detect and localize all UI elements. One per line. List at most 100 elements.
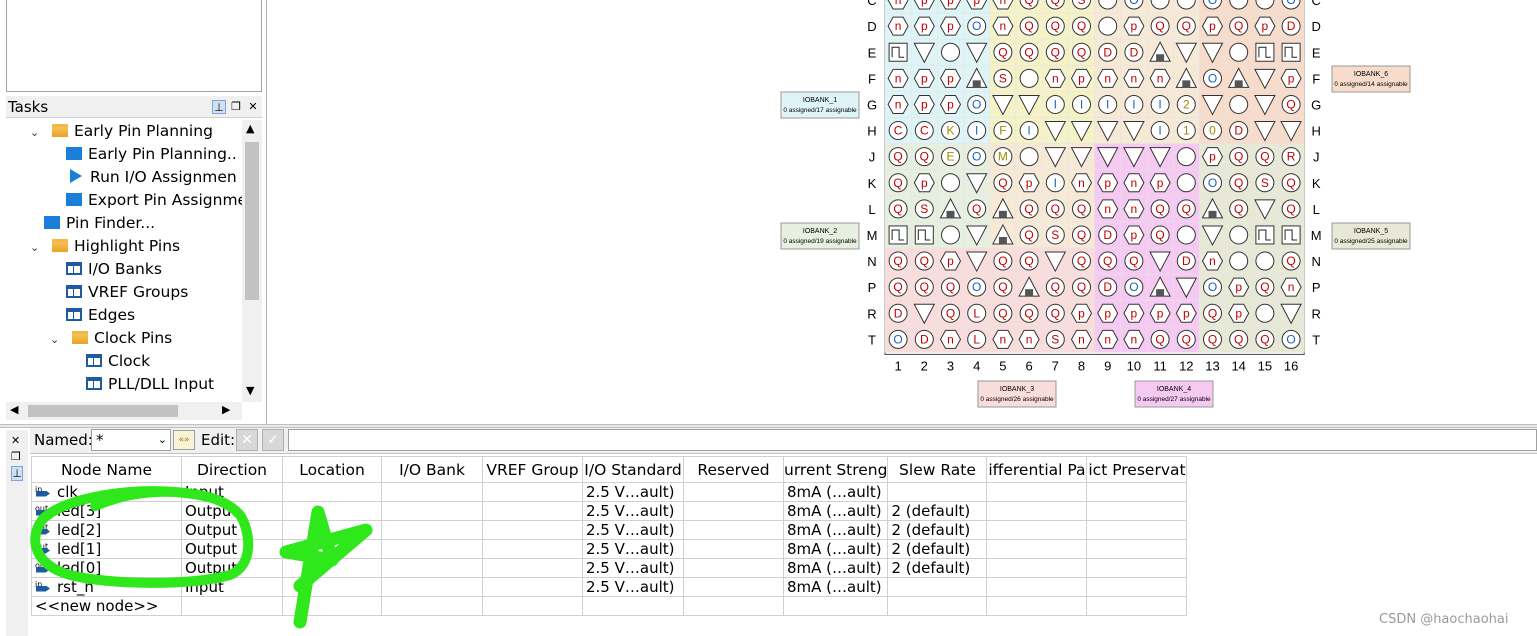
cell-reserved[interactable] — [683, 482, 784, 502]
tree-item[interactable]: Run I/O Assignmen — [70, 166, 237, 189]
cell-io-standard[interactable]: 2.5 V…ault) — [582, 520, 684, 540]
tree-item[interactable]: Export Pin Assignme — [66, 189, 242, 212]
cell-location[interactable] — [282, 501, 382, 521]
cell-strict[interactable] — [1086, 520, 1188, 540]
cell-diff[interactable] — [986, 501, 1088, 521]
chevron-down-icon[interactable]: ⌄ — [30, 121, 44, 144]
column-header[interactable]: urrent Streng — [782, 456, 889, 483]
named-filter-select[interactable]: * ⌄ — [91, 429, 171, 451]
cell-diff[interactable] — [986, 558, 1088, 578]
close-icon[interactable]: ✕ — [246, 100, 260, 114]
cell-vref[interactable] — [482, 577, 583, 597]
cell-direction[interactable]: Output — [181, 501, 283, 521]
tree-item[interactable]: ⌄ Clock Pins — [50, 327, 172, 350]
table-row[interactable]: out led[0] Output 2.5 V…ault) 8mA (…ault) 2 (… — [31, 558, 1188, 578]
splitter-vertical[interactable] — [266, 0, 267, 424]
chevron-up-icon[interactable]: ▲ — [246, 122, 254, 135]
table-row[interactable]: out led[1] Output 2.5 V…ault) 8mA (…ault) 2 (… — [31, 539, 1188, 559]
cell-current[interactable]: 8mA (…ault) — [782, 501, 889, 521]
pin-icon[interactable]: ⊥ — [11, 466, 23, 481]
scroll-thumb[interactable] — [245, 142, 259, 300]
empty-cell[interactable] — [582, 596, 684, 616]
cell-direction[interactable]: Input — [181, 577, 283, 597]
tree-item[interactable]: ⌄ Early Pin Planning — [30, 120, 213, 143]
cell-io-standard[interactable]: 2.5 V…ault) — [582, 558, 684, 578]
cell-slew[interactable]: 2 (default) — [887, 501, 988, 521]
accept-edit-icon[interactable]: ✓ — [262, 429, 284, 451]
cell-reserved[interactable] — [683, 577, 784, 597]
cell-current[interactable]: 8mA (…ault) — [782, 539, 889, 559]
cell-io-standard[interactable]: 2.5 V…ault) — [582, 539, 684, 559]
column-header[interactable]: Location — [282, 456, 382, 483]
column-header[interactable]: Slew Rate — [887, 456, 988, 483]
cell-vref[interactable] — [482, 501, 583, 521]
cell-bank[interactable] — [381, 558, 483, 578]
column-header[interactable]: Reserved — [683, 456, 784, 483]
cell-bank[interactable] — [381, 501, 483, 521]
empty-cell[interactable] — [986, 596, 1088, 616]
cancel-edit-icon[interactable]: ✕ — [236, 429, 258, 451]
cell-diff[interactable] — [986, 482, 1088, 502]
cell-location[interactable] — [282, 558, 382, 578]
empty-cell[interactable] — [683, 596, 784, 616]
cell-diff[interactable] — [986, 577, 1088, 597]
empty-cell[interactable] — [887, 596, 988, 616]
table-row[interactable]: out led[3] Output 2.5 V…ault) 8mA (…ault) 2 (… — [31, 501, 1188, 521]
filter-wizard-icon[interactable]: «» — [173, 430, 195, 450]
cell-bank[interactable] — [381, 482, 483, 502]
cell-slew[interactable]: 2 (default) — [887, 520, 988, 540]
package-diagram[interactable]: C CD DE EF FG GH HJ JK KL LM MN NP PR RT T1 2 3 4 5 6 7 8 9 10 1… — [780, 0, 1420, 410]
empty-cell[interactable] — [782, 596, 889, 616]
cell-vref[interactable] — [482, 482, 583, 502]
column-header[interactable]: ifferential Pa — [986, 456, 1088, 483]
scroll-thumb[interactable] — [28, 405, 178, 417]
close-icon[interactable]: ✕ — [11, 434, 20, 447]
cell-node[interactable]: out led[1] — [31, 539, 182, 559]
tree-item[interactable]: ⌄ Highlight Pins — [30, 235, 180, 258]
tree-item[interactable]: Early Pin Planning.. — [66, 143, 237, 166]
chevron-down-icon[interactable]: ⌄ — [50, 328, 64, 351]
pin-icon[interactable]: ⊥ — [212, 100, 226, 114]
cell-reserved[interactable] — [683, 501, 784, 521]
empty-cell[interactable] — [381, 596, 483, 616]
empty-cell[interactable] — [282, 596, 382, 616]
cell-slew[interactable] — [887, 482, 988, 502]
cell-current[interactable]: 8mA (…ault) — [782, 482, 889, 502]
cell-location[interactable] — [282, 539, 382, 559]
chevron-left-icon[interactable]: ◀ — [10, 403, 18, 416]
tree-item[interactable]: I/O Banks — [66, 258, 162, 281]
tree-item[interactable]: PLL/DLL Input — [86, 373, 214, 396]
cell-direction[interactable]: Output — [181, 539, 283, 559]
cell-strict[interactable] — [1086, 539, 1188, 559]
cell-slew[interactable]: 2 (default) — [887, 558, 988, 578]
cell-io-standard[interactable]: 2.5 V…ault) — [582, 577, 684, 597]
cell-io-standard[interactable]: 2.5 V…ault) — [582, 501, 684, 521]
cell-slew[interactable] — [887, 577, 988, 597]
tree-item[interactable]: VREF Groups — [66, 281, 188, 304]
tasks-horizontal-scrollbar[interactable]: ◀ ▶ — [6, 402, 242, 420]
column-header[interactable]: VREF Group — [482, 456, 583, 483]
cell-location[interactable] — [282, 482, 382, 502]
cell-location[interactable] — [282, 520, 382, 540]
tree-item[interactable]: Clock — [86, 350, 150, 373]
cell-strict[interactable] — [1086, 577, 1188, 597]
chevron-down-icon[interactable]: ⌄ — [30, 236, 44, 259]
cell-vref[interactable] — [482, 520, 583, 540]
chevron-down-icon[interactable]: ▼ — [246, 384, 254, 397]
empty-cell[interactable] — [1086, 596, 1188, 616]
cell-vref[interactable] — [482, 539, 583, 559]
cell-bank[interactable] — [381, 520, 483, 540]
column-header[interactable]: ict Preservat — [1086, 456, 1188, 483]
cell-direction[interactable]: Input — [181, 482, 283, 502]
cell-current[interactable]: 8mA (…ault) — [782, 558, 889, 578]
cell-node[interactable]: in rst_n — [31, 577, 182, 597]
empty-cell[interactable] — [482, 596, 583, 616]
cell-direction[interactable]: Output — [181, 558, 283, 578]
cell-io-standard[interactable]: 2.5 V…ault) — [582, 482, 684, 502]
cell-direction[interactable]: Output — [181, 520, 283, 540]
cell-reserved[interactable] — [683, 558, 784, 578]
float-window-icon[interactable]: ❐ — [11, 450, 21, 463]
chevron-down-icon[interactable]: ⌄ — [158, 430, 167, 450]
cell-reserved[interactable] — [683, 520, 784, 540]
cell-node[interactable]: in clk — [31, 482, 182, 502]
